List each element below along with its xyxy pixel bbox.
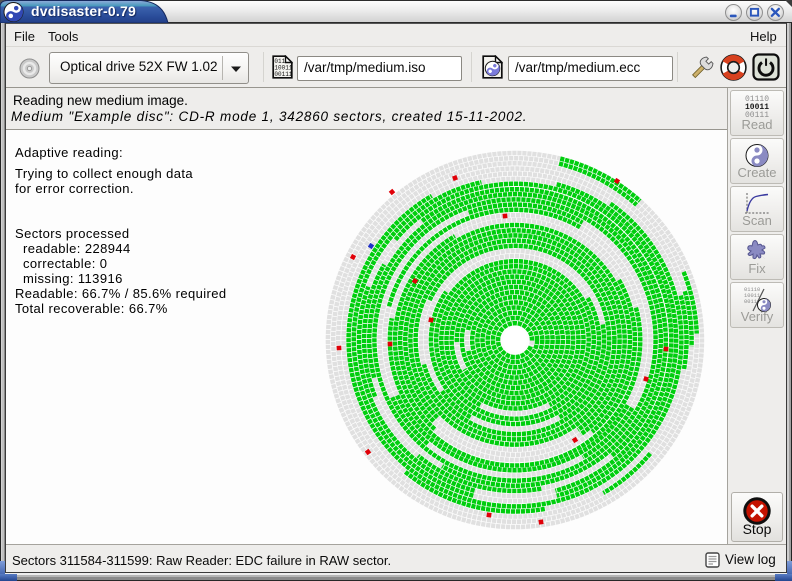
svg-text:00111: 00111 [274,71,292,78]
